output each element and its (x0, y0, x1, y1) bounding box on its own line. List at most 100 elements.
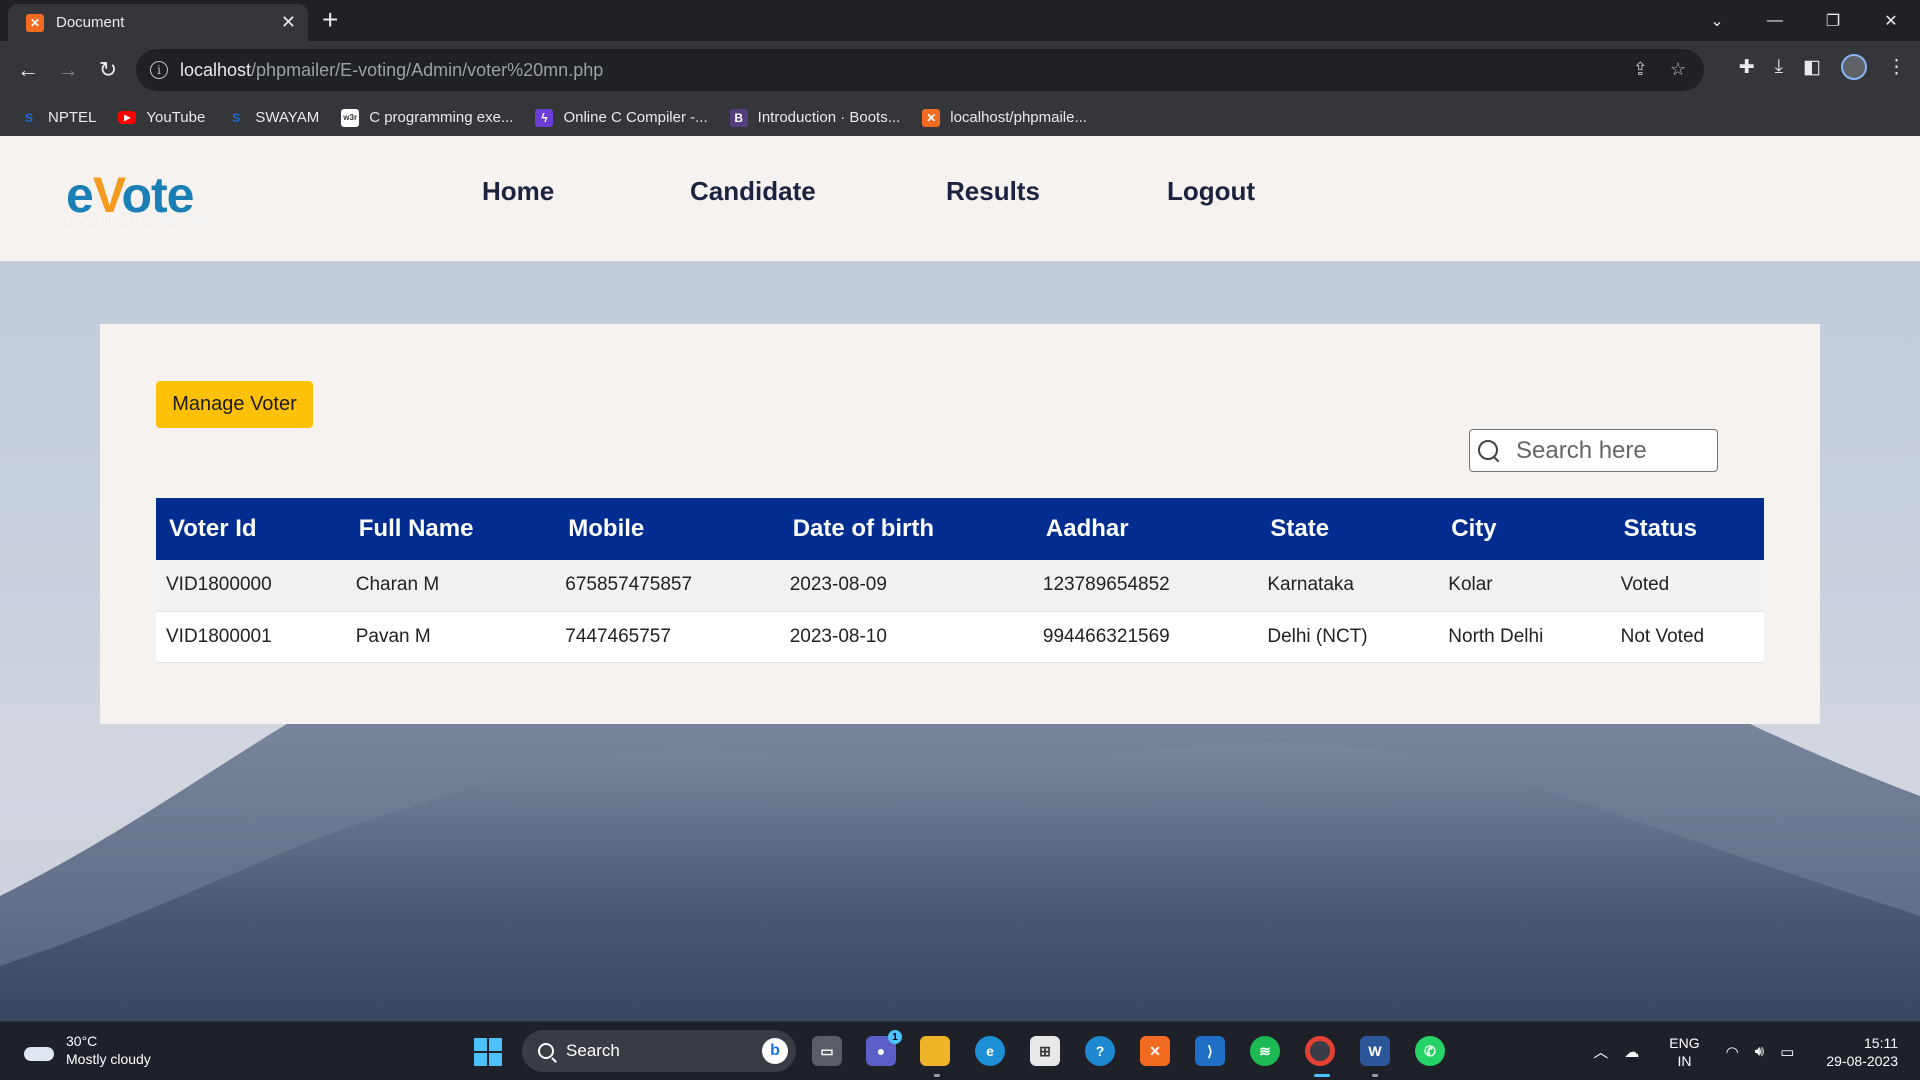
nav-results[interactable]: Results (946, 176, 1040, 207)
get-help-icon[interactable]: ? (1085, 1036, 1115, 1066)
table-row[interactable]: VID1800000 Charan M 675857475857 2023-08… (156, 560, 1764, 611)
spotify-icon[interactable]: ≋ (1250, 1036, 1280, 1066)
xampp-icon[interactable]: ✕ (1140, 1036, 1170, 1066)
cell-aadhar: 994466321569 (1042, 625, 1170, 647)
address-bar[interactable]: i localhost/phpmailer/E-voting/Admin/vot… (136, 49, 1704, 91)
bookmark-item[interactable]: S SWAYAM (227, 109, 319, 127)
microsoft-store-icon[interactable]: ⊞ (1030, 1036, 1060, 1066)
bookmark-item[interactable]: w3r C programming exe... (341, 108, 513, 127)
site-header: eVote ELECTRONIC VOTING Home Candidate R… (0, 136, 1920, 261)
volume-icon[interactable]: 🔊︎ (1755, 1043, 1764, 1060)
table-header-row: Voter Id Full Name Mobile Date of birth … (156, 498, 1764, 560)
close-window-icon[interactable]: ✕ (1862, 0, 1920, 41)
logo-tagline: ELECTRONIC VOTING (66, 216, 213, 226)
taskbar-search[interactable]: Search b (522, 1030, 796, 1072)
download-icon[interactable]: ⤓ (1775, 56, 1783, 78)
column-header: Status (1623, 515, 1697, 542)
side-panel-icon[interactable]: ◧ (1803, 56, 1821, 79)
extensions-puzzle-icon[interactable]: ✚ (1739, 56, 1755, 79)
omnibox-actions: ⇪ ☆ (1633, 59, 1686, 80)
table-row[interactable]: VID1800001 Pavan M 7447465757 2023-08-10… (156, 611, 1764, 662)
chrome-icon[interactable] (1305, 1036, 1335, 1066)
language-indicator[interactable]: ENG IN (1669, 1034, 1699, 1070)
profile-avatar[interactable] (1841, 54, 1867, 80)
bookmark-item[interactable]: B Introduction · Boots... (729, 108, 900, 127)
close-tab-icon[interactable]: ✕ (281, 12, 296, 33)
cell-voter-id: VID1800001 (166, 625, 272, 647)
system-tray: ︿ ☁ ENG IN ◠ 🔊︎ ▭ 15:11 29-08-2023 (1593, 1022, 1920, 1080)
restore-icon[interactable]: ❐ (1804, 0, 1862, 41)
bookmark-item[interactable]: S NPTEL (20, 109, 96, 127)
bing-icon[interactable]: b (762, 1038, 788, 1064)
xampp-icon: ✕ (26, 13, 44, 32)
evote-logo[interactable]: eVote ELECTRONIC VOTING (66, 170, 213, 226)
weather-widget[interactable]: 30°C Mostly cloudy (22, 1032, 151, 1068)
tab-search-icon[interactable]: ⌄ (1688, 0, 1746, 41)
bookmark-item[interactable]: ϟ Online C Compiler -... (535, 108, 708, 127)
chevron-up-icon[interactable]: ︿ (1593, 1041, 1608, 1062)
column-header: Aadhar (1045, 515, 1129, 542)
forward-icon[interactable]: → (52, 54, 84, 86)
cell-status: Voted (1620, 574, 1670, 596)
file-explorer-icon[interactable] (920, 1036, 950, 1066)
cell-mobile: 7447465757 (565, 625, 671, 647)
column-header: Date of birth (792, 515, 935, 542)
word-icon[interactable]: W (1360, 1036, 1390, 1066)
active-indicator (1314, 1074, 1330, 1077)
chat-badge: 1 (888, 1030, 902, 1044)
weather-temperature: 30°C (66, 1033, 98, 1049)
extension-area: ✚ ⤓ ◧ ⋮ (1739, 54, 1906, 80)
url-text: localhost/phpmailer/E-voting/Admin/voter… (180, 59, 604, 80)
bolt-icon: ϟ (535, 108, 554, 127)
cell-dob: 2023-08-09 (789, 574, 887, 596)
reload-icon[interactable]: ↻ (92, 54, 124, 86)
whatsapp-icon[interactable]: ✆ (1415, 1036, 1445, 1066)
nav-logout[interactable]: Logout (1167, 176, 1255, 207)
clock[interactable]: 15:11 29-08-2023 (1826, 1034, 1898, 1070)
search-icon (1478, 439, 1500, 462)
page-viewport: eVote ELECTRONIC VOTING Home Candidate R… (0, 136, 1920, 1021)
onedrive-cloud-icon[interactable]: ☁ (1624, 1043, 1639, 1061)
cell-city: North Delhi (1448, 625, 1544, 647)
browser-tab[interactable]: ✕ Document ✕ (8, 4, 308, 41)
site-info-icon[interactable]: i (150, 61, 168, 79)
task-view-icon[interactable]: ▭ (812, 1036, 842, 1066)
cell-full-name: Pavan M (355, 625, 431, 647)
tab-title: Document (56, 14, 125, 31)
back-icon[interactable]: ← (12, 54, 44, 86)
column-header: Mobile (568, 515, 645, 542)
column-header: City (1451, 515, 1497, 542)
w3resource-icon: w3r (341, 108, 360, 127)
running-indicator (1372, 1074, 1378, 1077)
nav-home[interactable]: Home (482, 176, 554, 207)
running-indicator (934, 1074, 940, 1077)
bootstrap-icon: B (729, 108, 748, 127)
window-controls: ⌄ — ❐ ✕ (1688, 0, 1920, 41)
manage-voter-button[interactable]: Manage Voter (156, 381, 313, 428)
cell-state: Karnataka (1267, 574, 1354, 596)
bookmark-star-icon[interactable]: ☆ (1670, 59, 1686, 80)
bookmark-item[interactable]: ▶ YouTube (118, 109, 205, 126)
cell-aadhar: 123789654852 (1042, 574, 1170, 596)
bookmarks-bar: S NPTEL ▶ YouTube S SWAYAM w3r C programming… (0, 99, 1920, 136)
windows-start-icon[interactable] (474, 1038, 502, 1066)
voter-table: Voter Id Full Name Mobile Date of birth … (156, 498, 1764, 663)
search-input[interactable] (1516, 436, 1706, 465)
vscode-icon[interactable]: ⟩ (1195, 1036, 1225, 1066)
xampp-icon: ✕ (922, 108, 941, 127)
taskbar: 30°C Mostly cloudy Search b ▭ ● 1 e ⊞ ? ✕… (0, 1021, 1920, 1080)
minimize-icon[interactable]: — (1746, 0, 1804, 41)
wifi-icon[interactable]: ◠ (1726, 1043, 1739, 1061)
edge-icon[interactable]: e (975, 1036, 1005, 1066)
browser-tabstrip: ✕ Document ✕ + ⌄ — ❐ ✕ (0, 0, 1920, 41)
teams-chat-icon[interactable]: ● 1 (866, 1030, 902, 1066)
battery-icon[interactable]: ▭ (1780, 1043, 1794, 1061)
nav-candidate[interactable]: Candidate (690, 176, 816, 207)
bookmark-item[interactable]: ✕ localhost/phpmaile... (922, 108, 1087, 127)
share-icon[interactable]: ⇪ (1633, 59, 1648, 80)
cell-status: Not Voted (1620, 625, 1705, 647)
new-tab-icon[interactable]: + (322, 6, 338, 34)
menu-kebab-icon[interactable]: ⋮ (1887, 56, 1906, 79)
cell-full-name: Charan M (355, 574, 440, 596)
search-field[interactable] (1469, 429, 1718, 472)
